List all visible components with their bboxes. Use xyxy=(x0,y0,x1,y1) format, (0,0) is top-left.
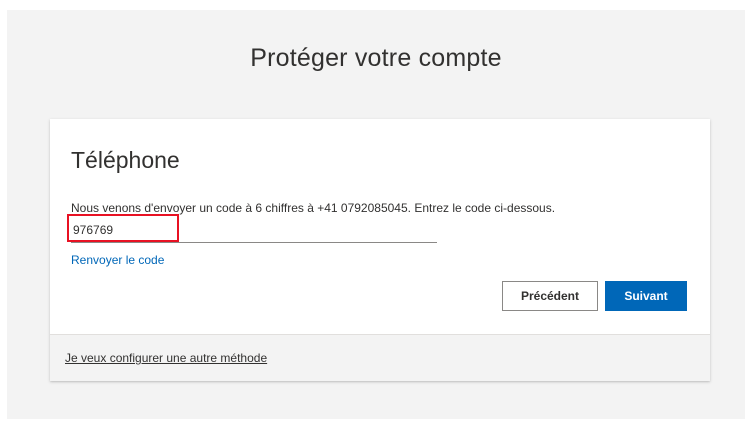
card-title: Téléphone xyxy=(71,147,180,173)
phone-setup-card: Téléphone Nous venons d'envoyer un code … xyxy=(50,119,710,381)
resend-code-link[interactable]: Renvoyer le code xyxy=(71,253,164,267)
next-button[interactable]: Suivant xyxy=(605,281,687,311)
card-footer: Je veux configurer une autre méthode xyxy=(50,334,710,381)
instruction-text: Nous venons d'envoyer un code à 6 chiffr… xyxy=(71,201,556,215)
previous-button[interactable]: Précédent xyxy=(502,281,598,311)
configure-other-method-link[interactable]: Je veux configurer une autre méthode xyxy=(65,351,267,365)
verification-code-input[interactable] xyxy=(71,217,437,243)
page-title: Protéger votre compte xyxy=(250,44,502,72)
